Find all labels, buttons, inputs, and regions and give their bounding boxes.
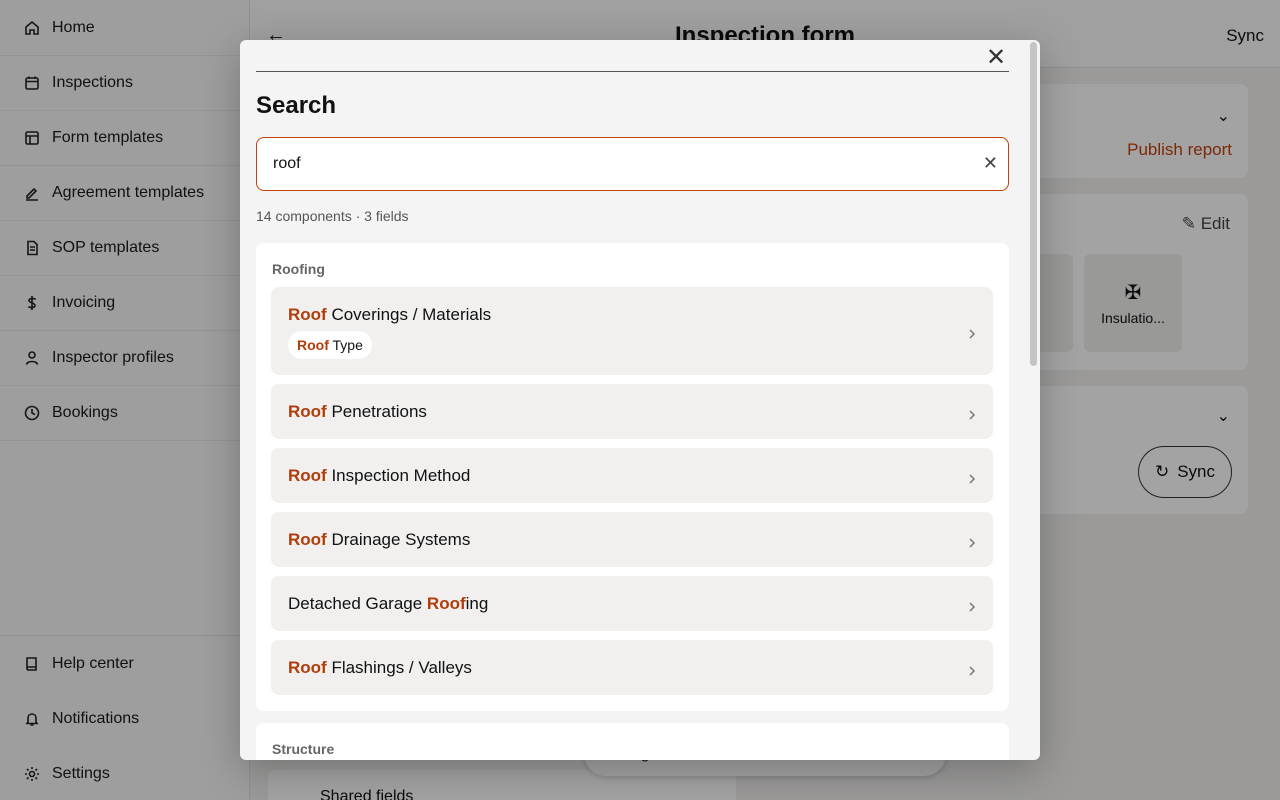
result-name: Roof Penetrations (288, 402, 427, 422)
match-highlight: Roof (288, 658, 327, 677)
search-modal: ✕ Search ✕ 14 components · 3 fields Roof… (240, 40, 1040, 760)
match-highlight: Roof (297, 337, 329, 353)
chevron-right-icon (967, 663, 977, 676)
result-name-rest: Coverings / Materials (326, 305, 492, 324)
result-name-rest: Inspection Method (326, 466, 471, 485)
search-field[interactable]: ✕ (256, 137, 1009, 191)
result-name-prefix: Detached Garage (288, 594, 427, 613)
chevron-right-icon (967, 407, 977, 420)
divider (256, 71, 1009, 72)
match-highlight: Roof (288, 305, 327, 324)
result-name: Detached Garage Roofing (288, 594, 488, 614)
group-title: Roofing (272, 261, 325, 277)
chevron-right-icon (967, 471, 977, 484)
result-item[interactable]: Roof Coverings / Materials Roof Type (271, 287, 993, 375)
result-name: Roof Coverings / Materials (288, 305, 491, 325)
result-group-structure: Structure (256, 723, 1009, 760)
close-icon[interactable]: ✕ (986, 46, 1006, 70)
scrollbar-thumb[interactable] (1030, 42, 1037, 366)
result-item[interactable]: Roof Penetrations (271, 384, 993, 439)
chevron-right-icon (967, 599, 977, 612)
field-name-rest: Type (328, 337, 363, 353)
result-item[interactable]: Roof Drainage Systems (271, 512, 993, 567)
result-item[interactable]: Roof Flashings / Valleys (271, 640, 993, 695)
result-name: Roof Inspection Method (288, 466, 470, 486)
search-input[interactable] (273, 138, 953, 189)
result-item[interactable]: Roof Inspection Method (271, 448, 993, 503)
result-group-roofing: Roofing Roof Coverings / Materials Roof … (256, 243, 1009, 711)
clear-search-icon[interactable]: ✕ (983, 153, 998, 174)
chevron-right-icon (967, 535, 977, 548)
group-title: Structure (272, 741, 335, 757)
result-summary: 14 components · 3 fields (256, 208, 409, 224)
modal-title: Search (256, 92, 337, 119)
match-highlight: Roof (288, 466, 327, 485)
chevron-right-icon (967, 326, 977, 339)
match-highlight: Roof (288, 402, 327, 421)
result-name-rest: ing (465, 594, 489, 613)
match-highlight: Roof (426, 594, 466, 613)
result-item[interactable]: Detached Garage Roofing (271, 576, 993, 631)
result-name: Roof Flashings / Valleys (288, 658, 472, 678)
result-name: Roof Drainage Systems (288, 530, 470, 550)
result-name-rest: Drainage Systems (326, 530, 471, 549)
result-name-rest: Flashings / Valleys (326, 658, 472, 677)
result-name-rest: Penetrations (326, 402, 427, 421)
matched-field-chip[interactable]: Roof Type (288, 331, 372, 359)
match-highlight: Roof (288, 530, 327, 549)
